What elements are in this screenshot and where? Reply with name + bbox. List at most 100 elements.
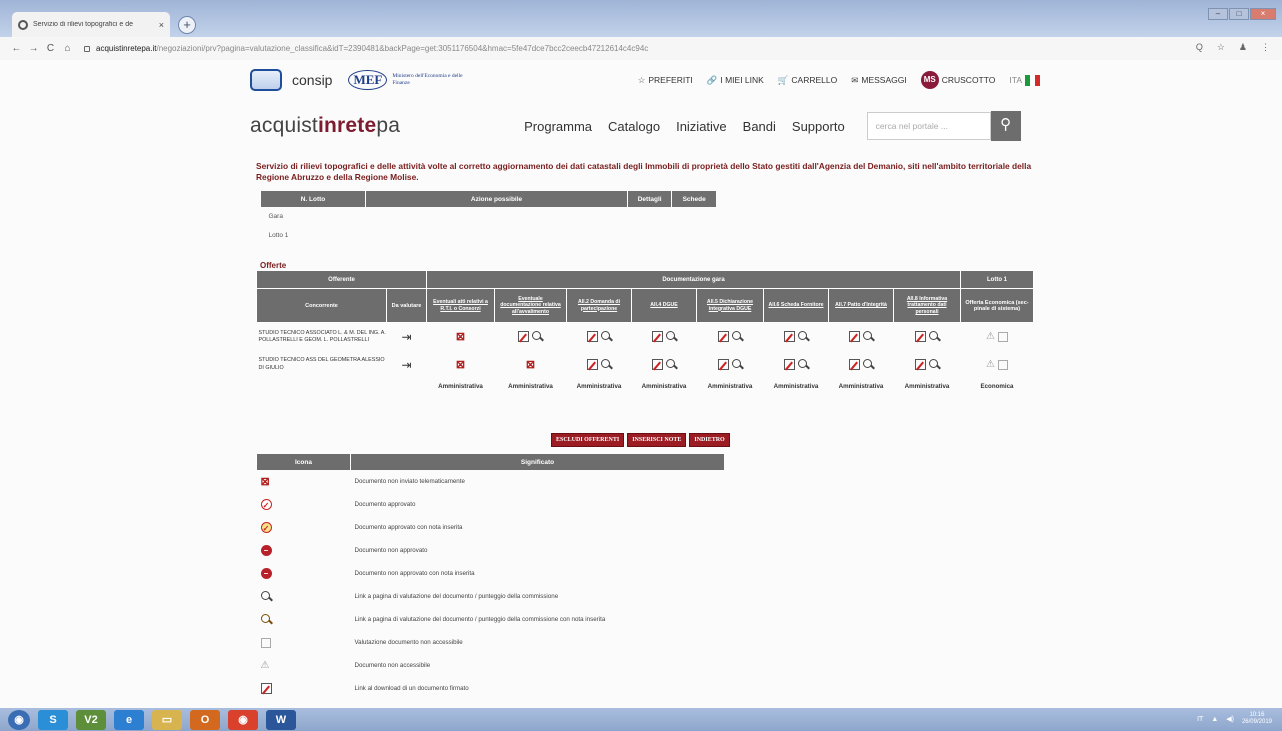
consip-label: consip <box>292 72 333 88</box>
zoom-icon[interactable]: Q <box>1196 42 1203 53</box>
legend-row: ⊠ Documento non inviato telematicamente <box>260 476 465 488</box>
evaluation-lens-icon[interactable] <box>665 331 677 342</box>
word-app-icon[interactable]: W <box>266 709 296 730</box>
signed-doc-download-icon[interactable] <box>586 331 598 343</box>
col-doc-all5[interactable]: All.5 Dichiarazione integrativa DGUE <box>696 288 764 323</box>
col-doc-all2[interactable]: All.2 Domanda di partecipazione <box>566 288 632 323</box>
url-field[interactable]: acquistinretepa.it /negoziazioni/prv?pag… <box>84 44 648 53</box>
legend-row: – Documento non approvato con nota inseri… <box>257 562 725 585</box>
preferiti-link[interactable]: ☆ PREFERITI <box>638 75 693 86</box>
evaluation-lens-icon[interactable] <box>928 331 940 342</box>
messaggi-link[interactable]: ✉ MESSAGGI <box>851 75 906 86</box>
explorer-app-icon[interactable]: ▭ <box>152 709 182 730</box>
not-accessible-icon: ⚠ <box>986 359 995 370</box>
evaluation-lens-icon[interactable] <box>797 359 809 370</box>
menu-bandi[interactable]: Bandi <box>743 119 776 134</box>
legend-row: ✓ Documento approvato con nota inserita <box>257 516 725 539</box>
col-doc-all7[interactable]: All.7 Patto d'Integrità <box>828 288 894 323</box>
signed-doc-download-icon[interactable] <box>717 331 729 343</box>
signed-doc-download-icon[interactable] <box>848 359 860 370</box>
browser-menu-icon[interactable]: ⋮ <box>1261 42 1270 53</box>
col-doc-all6[interactable]: All.6 Scheda Fornitore <box>763 288 829 323</box>
home-icon[interactable]: ⌂ <box>59 43 76 54</box>
evaluation-lens-icon[interactable] <box>665 359 677 370</box>
signed-doc-download-icon[interactable] <box>651 359 663 370</box>
browser-tab-strip: Servizio di rilievi topografici e de × +… <box>0 0 1282 37</box>
search-button[interactable]: ⚲ <box>990 111 1021 141</box>
group-offerente: Offerente <box>256 270 427 289</box>
ie-app-icon[interactable]: e <box>114 709 144 730</box>
consip-logo-icon <box>250 69 282 91</box>
miei-link-link[interactable]: 🔗 I MIEI LINK <box>707 75 764 86</box>
signed-doc-download-icon[interactable] <box>914 359 926 370</box>
evaluation-lens-icon[interactable] <box>731 359 743 370</box>
evaluation-lens-icon[interactable] <box>928 359 940 370</box>
menu-programma[interactable]: Programma <box>524 119 592 134</box>
col-doc-all4[interactable]: All.4 DGUE <box>631 288 697 323</box>
evaluation-lens-icon <box>260 591 272 602</box>
reload-icon[interactable]: C <box>42 43 59 54</box>
doc-type-label: Amministrativa <box>904 383 950 390</box>
legend-row: ⚠ Documento non accessibile <box>260 660 431 671</box>
signed-doc-download-icon[interactable] <box>518 331 529 343</box>
indietro-button[interactable]: INDIETRO <box>689 433 730 447</box>
evaluate-icon[interactable]: ⇥ <box>401 358 411 372</box>
evaluation-lens-icon[interactable] <box>862 331 874 342</box>
signed-doc-download-icon[interactable] <box>848 331 860 343</box>
back-icon[interactable]: ← <box>8 43 25 54</box>
doc-type-label: Amministrativa <box>641 383 687 390</box>
signed-doc-download-icon[interactable] <box>783 359 795 370</box>
cruscotto-link[interactable]: MS CRUSCOTTO <box>920 71 995 89</box>
bookmark-star-icon[interactable]: ☆ <box>1217 42 1225 53</box>
page-title: Servizio di rilievi topografici e delle … <box>256 161 1032 183</box>
browser-tab[interactable]: Servizio di rilievi topografici e de × <box>12 12 170 37</box>
legend-row: Valutazione documento non accessibile <box>257 631 725 654</box>
col-doc-all8[interactable]: All.8 Informativa trattamento dati perso… <box>893 288 961 323</box>
clock[interactable]: 10:16 26/09/2019 <box>1242 712 1272 726</box>
tab-close-icon[interactable]: × <box>159 20 164 30</box>
evaluate-icon[interactable]: ⇥ <box>401 330 411 344</box>
evaluation-lens-icon[interactable] <box>862 359 874 370</box>
skype-app-icon[interactable]: S <box>38 709 68 730</box>
carrello-link[interactable]: 🛒 CARRELLO <box>778 75 837 86</box>
evaluation-lens-icon[interactable] <box>600 331 612 342</box>
url-host: acquistinretepa.it <box>96 44 157 53</box>
evaluation-lens-icon[interactable] <box>731 331 743 342</box>
evaluation-lens-icon[interactable] <box>532 331 543 342</box>
col-doc-avvalimento[interactable]: Eventuale documentazione relativa all'av… <box>494 288 567 323</box>
doc-type-label: Amministrativa <box>438 383 483 390</box>
signed-doc-download-icon[interactable] <box>651 331 663 343</box>
maximize-icon[interactable]: □ <box>1229 8 1249 20</box>
col-azione: Azione possibile <box>365 191 628 207</box>
signed-doc-download-icon[interactable] <box>914 331 926 343</box>
search-input[interactable]: cerca nel portale ... <box>866 112 991 140</box>
minimize-icon[interactable]: – <box>1208 8 1228 20</box>
menu-catalogo[interactable]: Catalogo <box>608 119 660 134</box>
chrome-app-icon[interactable]: ◉ <box>228 709 258 730</box>
evaluation-lens-icon[interactable] <box>797 331 809 342</box>
col-doc-rti[interactable]: Eventuali atti relativi a R.T.I. o Conso… <box>426 288 495 323</box>
inserisci-note-button[interactable]: INSERISCI NOTE <box>627 433 687 447</box>
network-icon[interactable]: ▲ <box>1211 716 1218 723</box>
signed-doc-download-icon[interactable] <box>783 331 795 343</box>
forward-icon[interactable]: → <box>25 43 42 54</box>
outlook-app-icon[interactable]: O <box>190 709 220 730</box>
profile-icon[interactable]: ♟ <box>1239 42 1247 53</box>
language-selector[interactable]: ITA <box>1009 74 1040 86</box>
tab-title: Servizio di rilievi topografici e de <box>33 21 133 28</box>
evaluation-lens-with-note-icon <box>260 614 272 625</box>
new-tab-button[interactable]: + <box>178 16 196 34</box>
input-language[interactable]: IT <box>1197 716 1203 723</box>
menu-supporto[interactable]: Supporto <box>792 119 845 134</box>
menu-iniziative[interactable]: Iniziative <box>676 119 727 134</box>
evaluation-lens-icon[interactable] <box>600 359 612 370</box>
acquistinretepa-logo[interactable]: acquistinretepa <box>250 114 400 138</box>
vpn-app-icon[interactable]: V2 <box>76 709 106 730</box>
signed-doc-download-icon[interactable] <box>586 359 598 370</box>
volume-icon[interactable]: ◀) <box>1226 715 1234 723</box>
escludi-offerenti-button[interactable]: ESCLUDI OFFERENTI <box>551 433 625 447</box>
window-close-icon[interactable]: × <box>1250 8 1276 20</box>
signed-doc-download-icon[interactable] <box>717 359 729 370</box>
start-button[interactable]: ◉ <box>8 709 30 730</box>
offerte-title: Offerte <box>260 261 287 270</box>
